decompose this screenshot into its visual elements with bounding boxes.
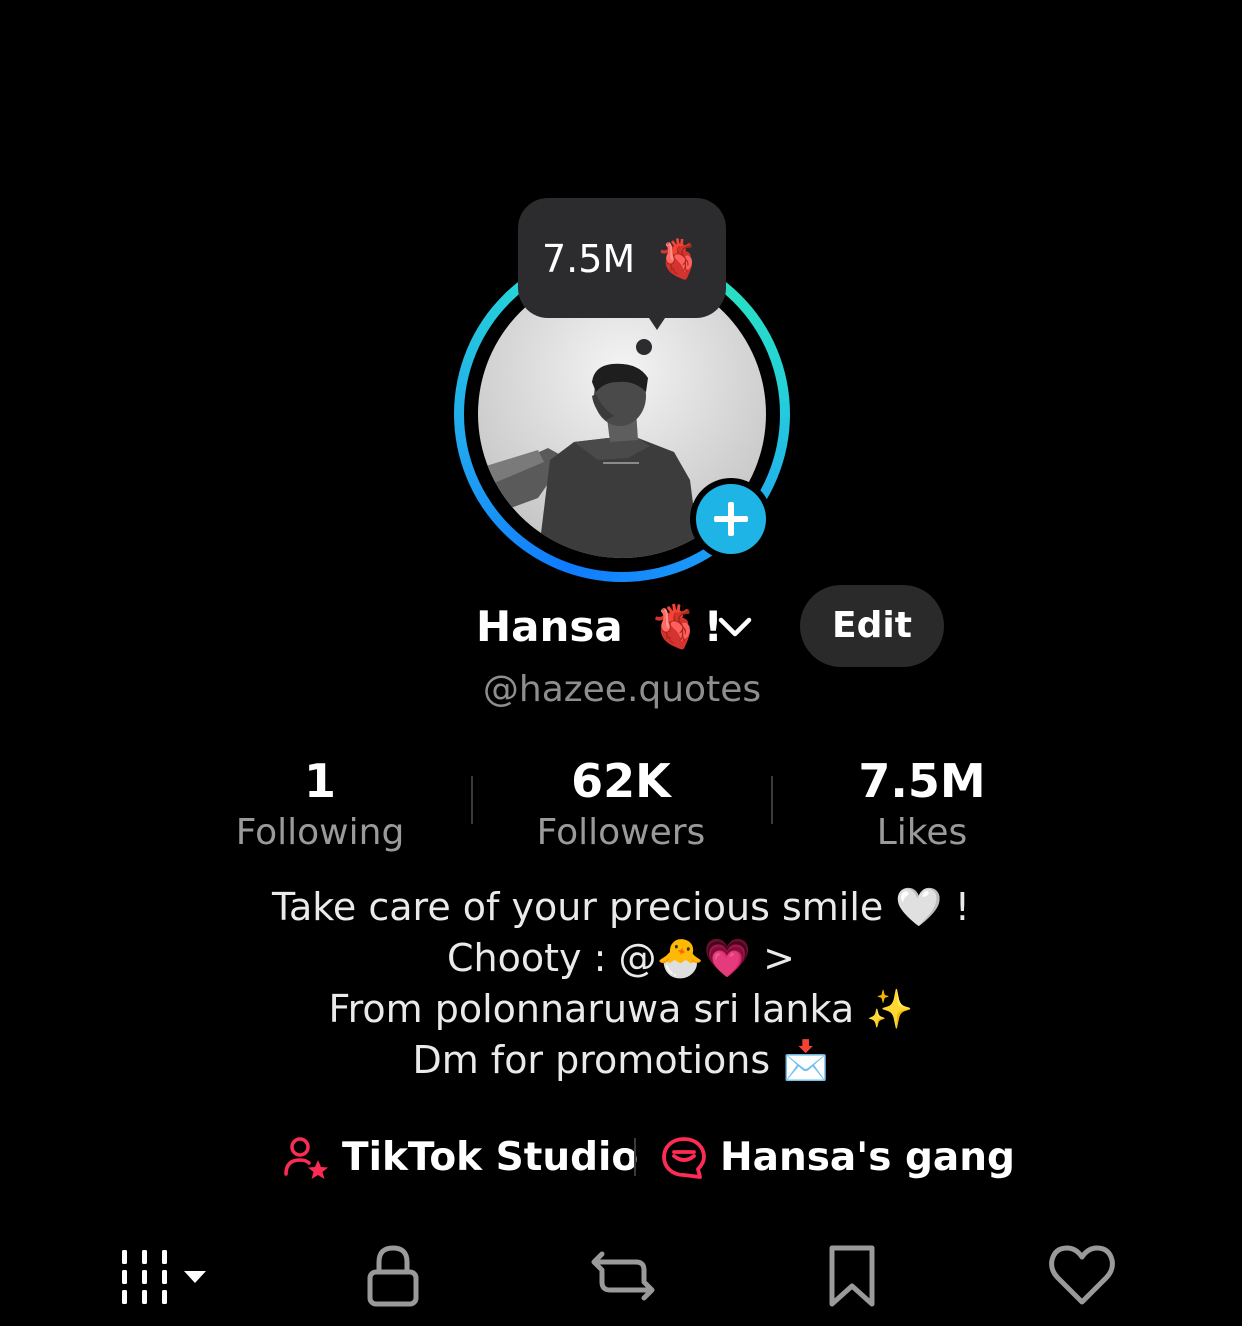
grid-icon (122, 1250, 206, 1304)
links-divider (634, 1138, 636, 1176)
bio-line: From polonnaruwa sri lanka ✨ (328, 987, 914, 1031)
repost-icon (591, 1251, 655, 1301)
tooltip-count: 7.5M (542, 237, 636, 281)
tooltip-emoji: 🫀 (655, 237, 703, 281)
add-story-button[interactable] (690, 478, 772, 560)
bio: Take care of your precious smile 🤍 ! Cho… (0, 882, 1242, 1086)
group-chat-label: Hansa's gang (720, 1135, 1015, 1180)
tab-favorites[interactable] (824, 1240, 880, 1312)
tab-reposts[interactable] (588, 1240, 658, 1312)
profile-name-text: Hansa (476, 602, 623, 651)
stat-followers-label: Followers (536, 812, 706, 853)
tab-liked[interactable] (1048, 1240, 1116, 1312)
edit-button[interactable]: Edit (800, 585, 944, 667)
stat-following[interactable]: 1 Following (170, 752, 470, 856)
profile-name[interactable]: Hansa 🫀! (476, 600, 723, 654)
bookmark-icon (829, 1245, 875, 1307)
username-handle-text: @hazee.quotes (482, 669, 762, 710)
tooltip-dot (636, 339, 652, 355)
username-handle: @hazee.quotes (0, 666, 1242, 714)
bio-line: Dm for promotions 📩 (412, 1038, 830, 1082)
lock-icon (367, 1245, 419, 1307)
stat-following-label: Following (235, 812, 405, 853)
stat-followers-value: 62K (571, 754, 671, 808)
stat-likes[interactable]: 7.5M Likes (772, 752, 1072, 856)
stat-followers[interactable]: 62K Followers (471, 752, 771, 856)
plus-icon (714, 502, 748, 536)
bio-line: Take care of your precious smile 🤍 ! (272, 885, 970, 929)
creator-star-icon (284, 1137, 328, 1179)
profile-name-emoji: 🫀 (649, 602, 702, 651)
stat-likes-label: Likes (876, 812, 968, 853)
chevron-down-icon[interactable] (715, 612, 755, 642)
tab-private[interactable] (364, 1240, 422, 1312)
tiktok-studio-label: TikTok Studio (342, 1135, 639, 1180)
heart-icon (1049, 1245, 1115, 1305)
bio-line[interactable]: Chooty : @🐣💗 > (0, 933, 1242, 984)
tab-videos[interactable] (118, 1240, 210, 1312)
tooltip-tail (645, 312, 669, 330)
stat-likes-value: 7.5M (858, 754, 986, 808)
stat-following-value: 1 (303, 754, 336, 808)
group-chat-icon (662, 1137, 706, 1179)
tooltip-text: 7.5M 🫀 (542, 236, 703, 282)
